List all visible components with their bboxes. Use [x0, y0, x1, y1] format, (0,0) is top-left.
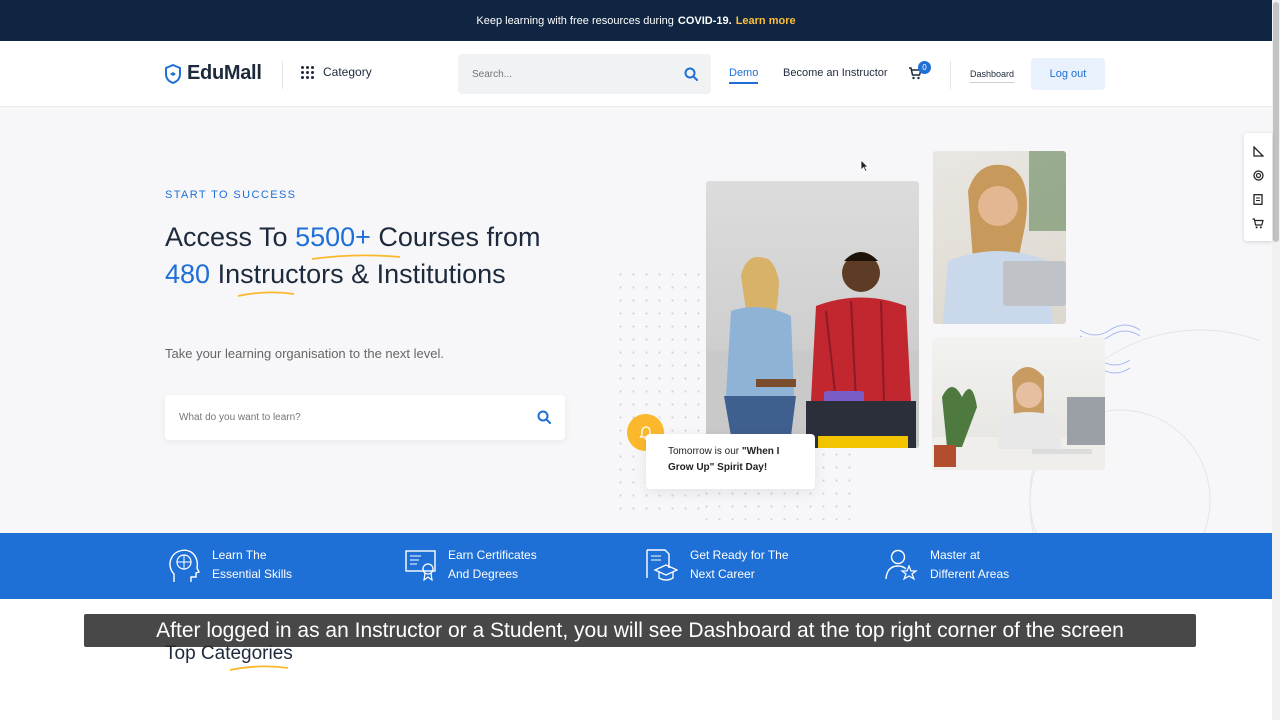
- certificate-icon: [405, 550, 436, 581]
- headline-instructor-count: 480: [165, 259, 211, 289]
- document-icon[interactable]: [1253, 193, 1263, 205]
- category-menu-button[interactable]: Category: [301, 65, 372, 79]
- feature-line: Learn The: [212, 548, 267, 562]
- feature-bar: Learn The Essential Skills Earn Certifica…: [0, 533, 1272, 599]
- feature-line: Next Career: [690, 567, 755, 581]
- side-toolbar: [1244, 133, 1272, 241]
- feature-item: Master at Different Areas: [885, 546, 1009, 584]
- notification-card: Tomorrow is our "When I Grow Up" Spirit …: [646, 434, 815, 489]
- header-search-input[interactable]: [458, 54, 658, 94]
- graduation-icon: [646, 549, 678, 581]
- hero-search-input[interactable]: [165, 395, 505, 440]
- feature-line: Get Ready for The: [690, 548, 789, 562]
- cart-count-badge: 0: [918, 61, 931, 74]
- hero-photo-conversation: [706, 181, 919, 448]
- underline-swoosh: [229, 665, 289, 671]
- feature-item: Earn Certificates And Degrees: [405, 546, 537, 584]
- headline-text: Instructors & Institutions: [210, 259, 506, 289]
- page-scrollbar[interactable]: [1272, 0, 1280, 720]
- feature-line: Essential Skills: [212, 567, 293, 581]
- shield-logo-icon: [165, 63, 181, 84]
- headline-course-count: 5500+: [295, 222, 371, 252]
- header-divider: [950, 61, 951, 89]
- feature-text: Master at Different Areas: [930, 546, 1009, 584]
- announcement-highlight: COVID-19.: [677, 14, 732, 27]
- nav-become-instructor-link[interactable]: Become an Instructor: [783, 67, 888, 79]
- feature-text: Earn Certificates And Degrees: [448, 546, 537, 584]
- scrollbar-thumb[interactable]: [1273, 2, 1279, 242]
- edumall-logo[interactable]: EduMall: [165, 62, 262, 85]
- announcement-text: Keep learning with free resources during: [476, 14, 674, 27]
- search-icon[interactable]: [537, 410, 551, 424]
- feature-line: And Degrees: [448, 567, 519, 581]
- user-star-icon: [885, 549, 918, 581]
- support-globe-icon[interactable]: [1252, 169, 1264, 181]
- cart-button[interactable]: 0: [908, 61, 931, 85]
- feature-line: Earn Certificates: [448, 548, 537, 562]
- feature-item: Learn The Essential Skills: [168, 546, 292, 584]
- hero-photo-desk-study: [932, 337, 1105, 470]
- underline-swoosh: [311, 254, 401, 260]
- hero-photo-student-laptop: [933, 151, 1066, 324]
- video-caption: After logged in as an Instructor or a St…: [84, 614, 1196, 647]
- hero-subline: Take your learning organisation to the n…: [165, 346, 444, 361]
- feature-line: Master at: [930, 548, 981, 562]
- hero-search-box: [165, 395, 565, 440]
- head-brain-icon: [169, 549, 200, 582]
- ruler-triangle-icon[interactable]: [1252, 145, 1264, 157]
- mouse-cursor-icon: [860, 159, 869, 172]
- header-search: [458, 54, 711, 94]
- learn-more-link[interactable]: Learn more: [736, 15, 796, 27]
- announcement-bar: Keep learning with free resources during…: [0, 0, 1272, 41]
- feature-line: Different Areas: [930, 567, 1010, 581]
- site-header: EduMall Category Demo Become an Instruct…: [0, 41, 1272, 107]
- feature-text: Get Ready for The Next Career: [690, 546, 789, 584]
- header-divider: [282, 61, 283, 89]
- feature-text: Learn The Essential Skills: [212, 546, 292, 584]
- grid-dots-icon: [301, 65, 314, 79]
- search-icon[interactable]: [684, 67, 698, 81]
- hero-eyebrow: START TO SUCCESS: [165, 189, 297, 201]
- logo-text: EduMall: [187, 62, 262, 84]
- shopping-cart-icon[interactable]: [1252, 217, 1264, 229]
- nav-demo-link[interactable]: Demo: [729, 67, 759, 84]
- headline-text: Courses from: [370, 222, 541, 252]
- feature-item: Get Ready for The Next Career: [645, 546, 789, 584]
- headline-text: Access To: [165, 222, 296, 252]
- notice-text: Tomorrow is our: [668, 446, 742, 457]
- category-label: Category: [323, 65, 372, 79]
- underline-swoosh: [237, 291, 295, 297]
- nav-dashboard-link[interactable]: Dashboard: [970, 69, 1015, 83]
- logout-button[interactable]: Log out: [1031, 58, 1105, 90]
